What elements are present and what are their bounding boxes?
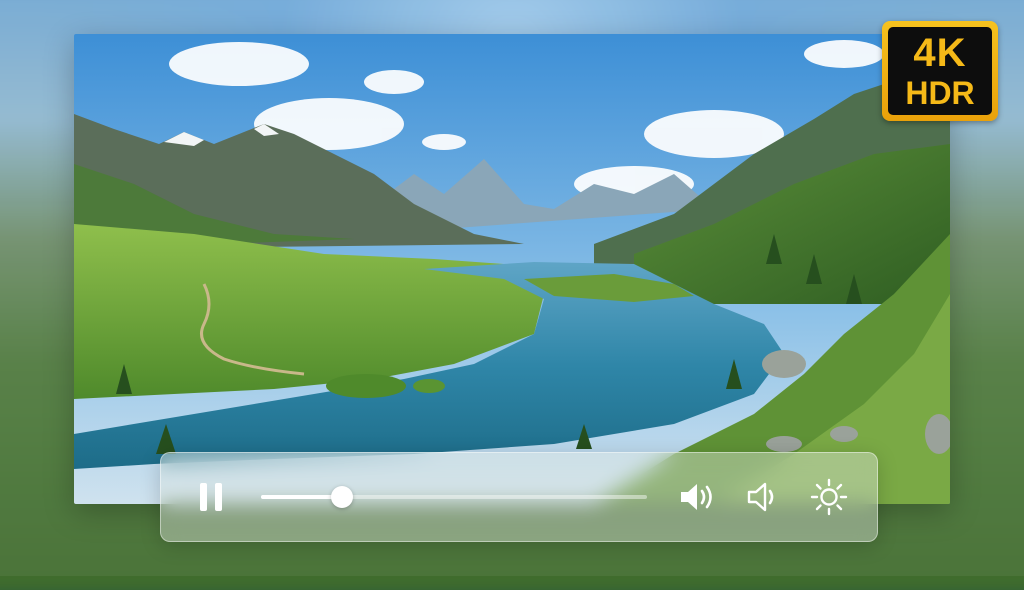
progress-bar[interactable] <box>261 486 647 508</box>
video-frame[interactable] <box>74 34 950 504</box>
resolution-label: 4K <box>913 31 967 75</box>
player-controls-bar <box>160 452 878 542</box>
brightness-button[interactable] <box>809 477 849 517</box>
progress-fill <box>261 495 343 499</box>
volume-up-icon <box>681 484 712 510</box>
progress-thumb[interactable] <box>331 486 354 508</box>
pause-button[interactable] <box>191 477 231 517</box>
volume-down-button[interactable] <box>743 477 783 517</box>
pause-icon <box>200 483 222 511</box>
4k-hdr-badge: 4K HDR <box>882 21 998 121</box>
hdr-label: HDR <box>905 75 975 111</box>
volume-down-icon <box>747 482 774 512</box>
volume-up-button[interactable] <box>677 477 717 517</box>
landscape-scene <box>74 34 950 504</box>
brightness-icon <box>810 478 848 516</box>
